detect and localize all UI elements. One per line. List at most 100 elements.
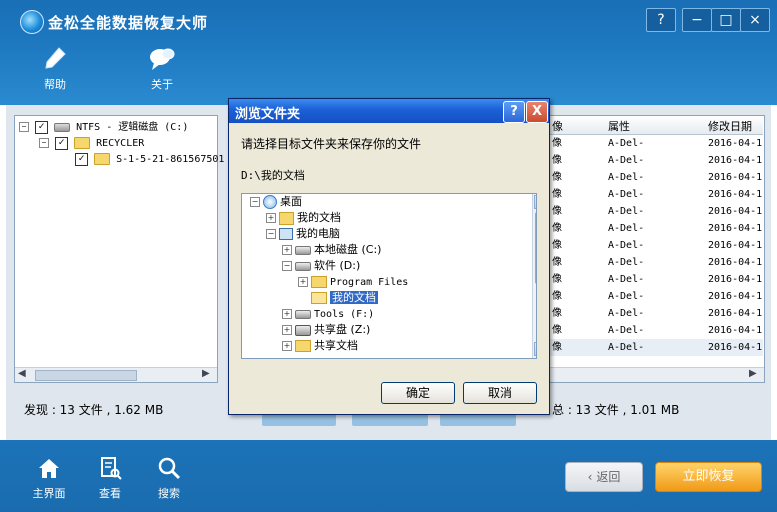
file-date-cell: 2016-04-1: [708, 223, 763, 234]
tree-item-drive-c[interactable]: − ✓ NTFS - 逻辑磁盘 (C:): [19, 120, 188, 136]
dialog-title-bar[interactable]: 浏览文件夹 ? X: [229, 99, 549, 123]
file-attribute-cell: A-Del-: [608, 206, 645, 217]
folder-tree-item[interactable]: − 桌面: [250, 194, 302, 210]
folder-tree-item[interactable]: + Program Files: [298, 274, 408, 290]
folder-tree-item[interactable]: − 我的电脑: [266, 226, 340, 242]
scroll-left-icon[interactable]: ◀: [18, 368, 26, 379]
file-date-cell: 2016-04-1: [708, 138, 763, 149]
file-date-cell: 2016-04-1: [708, 342, 763, 353]
file-attribute-cell: A-Del-: [608, 138, 645, 149]
file-date-cell: 2016-04-1: [708, 240, 763, 251]
app-window: 金松全能数据恢复大师 ? − □ × 帮助 关于 − ✓ NTFS - 逻辑磁盘…: [0, 0, 777, 512]
collapse-icon[interactable]: −: [250, 197, 260, 207]
scroll-down-icon[interactable]: ▼: [534, 342, 536, 356]
collapse-icon[interactable]: −: [282, 261, 292, 271]
scroll-right-icon[interactable]: ▶: [202, 368, 210, 379]
file-row[interactable]: 像 A-Del- 2016-04-1: [548, 169, 763, 186]
folder-tree-item[interactable]: + 共享盘 (Z:): [282, 322, 370, 338]
home-icon: [39, 459, 59, 478]
chevron-left-icon: ‹: [587, 470, 593, 484]
file-row[interactable]: 像 A-Del- 2016-04-1: [548, 322, 763, 339]
folder-open-icon: [311, 292, 327, 304]
recover-now-button[interactable]: 立即恢复: [655, 462, 762, 492]
file-row[interactable]: 像 A-Del- 2016-04-1: [548, 339, 763, 356]
file-row[interactable]: 像 A-Del- 2016-04-1: [548, 203, 763, 220]
file-type-cell: 像: [552, 308, 562, 319]
tree-item-recycler[interactable]: − ✓ RECYCLER: [39, 136, 144, 152]
dialog-close-button[interactable]: X: [526, 101, 548, 123]
collapse-icon[interactable]: −: [266, 229, 276, 239]
file-row[interactable]: 像 A-Del- 2016-04-1: [548, 237, 763, 254]
right-horizontal-scrollbar[interactable]: ▶: [549, 367, 764, 382]
checkbox-checked-icon[interactable]: ✓: [75, 152, 88, 166]
folder-open-icon: [94, 153, 111, 165]
checkbox-checked-icon[interactable]: ✓: [35, 120, 49, 134]
file-date-cell: 2016-04-1: [708, 274, 763, 285]
file-row[interactable]: 像 A-Del- 2016-04-1: [548, 186, 763, 203]
network-drive-icon: [295, 324, 311, 336]
ok-button[interactable]: 确定: [381, 382, 455, 404]
folder-tree-item[interactable]: + 本地磁盘 (C:): [282, 242, 381, 258]
expand-icon[interactable]: +: [282, 309, 292, 319]
file-row[interactable]: 像 A-Del- 2016-04-1: [548, 254, 763, 271]
expand-icon[interactable]: +: [282, 245, 292, 255]
question-icon: ?: [657, 12, 665, 28]
folder-tree-item[interactable]: − 软件 (D:): [282, 258, 360, 274]
tree-item-sid-folder[interactable]: ✓ S-1-5-21-861567501: [75, 152, 224, 168]
question-icon: ?: [510, 104, 518, 119]
folder-tree-item[interactable]: 我的文档: [298, 290, 378, 306]
nav-search-button[interactable]: 搜索: [146, 455, 192, 501]
file-attribute-cell: A-Del-: [608, 189, 645, 200]
checkbox-checked-icon[interactable]: ✓: [55, 136, 69, 150]
cancel-button[interactable]: 取消: [463, 382, 537, 404]
collapse-icon[interactable]: −: [19, 122, 29, 132]
file-attribute-cell: A-Del-: [608, 155, 645, 166]
file-row[interactable]: 像 A-Del- 2016-04-1: [548, 152, 763, 169]
window-help-button[interactable]: ?: [646, 8, 676, 32]
window-minimize-button[interactable]: −: [682, 8, 712, 32]
dialog-help-button[interactable]: ?: [503, 101, 525, 123]
window-close-button[interactable]: ×: [740, 8, 770, 32]
scroll-up-icon[interactable]: ▲: [534, 195, 536, 209]
toolbar-about-button[interactable]: 关于: [132, 46, 192, 92]
expand-icon[interactable]: +: [298, 277, 308, 287]
file-row[interactable]: 像 A-Del- 2016-04-1: [548, 288, 763, 305]
desktop-icon: [263, 195, 277, 209]
file-row[interactable]: 像 A-Del- 2016-04-1: [548, 135, 763, 152]
column-type[interactable]: 像: [552, 118, 563, 134]
toolbar-about-label: 关于: [151, 78, 173, 91]
folder-tree-label: 我的电脑: [296, 227, 340, 240]
left-horizontal-scrollbar[interactable]: ◀ ▶: [15, 367, 217, 382]
expand-icon[interactable]: +: [282, 341, 292, 351]
window-maximize-button[interactable]: □: [711, 8, 741, 32]
nav-home-button[interactable]: 主界面: [26, 455, 72, 501]
expand-icon[interactable]: +: [266, 213, 276, 223]
toolbar-help-button[interactable]: 帮助: [25, 46, 85, 92]
column-modified-date[interactable]: 修改日期: [708, 118, 752, 134]
file-date-cell: 2016-04-1: [708, 257, 763, 268]
expand-icon[interactable]: +: [282, 325, 292, 335]
folder-tree-item[interactable]: + Tools (F:): [282, 306, 374, 322]
folder-tree-item[interactable]: + 我的文档: [266, 210, 341, 226]
collapse-icon[interactable]: −: [39, 138, 49, 148]
back-button[interactable]: ‹ 返回: [565, 462, 643, 492]
folder-tree-scrollbar[interactable]: ▲ ▼: [532, 194, 536, 358]
folder-tree-label: 我的文档: [297, 211, 341, 224]
file-type-cell: 像: [552, 274, 562, 285]
file-row[interactable]: 像 A-Del- 2016-04-1: [548, 220, 763, 237]
scrollbar-thumb[interactable]: [535, 212, 536, 284]
folder-tree-label: Program Files: [330, 277, 409, 288]
column-attribute[interactable]: 属性: [608, 118, 630, 134]
tree-label: NTFS - 逻辑磁盘 (C:): [76, 122, 189, 133]
scroll-right-icon[interactable]: ▶: [749, 368, 757, 379]
file-row[interactable]: 像 A-Del- 2016-04-1: [548, 271, 763, 288]
file-row[interactable]: 像 A-Del- 2016-04-1: [548, 305, 763, 322]
close-icon: X: [531, 104, 543, 119]
nav-view-button[interactable]: 查看: [87, 455, 133, 501]
file-type-cell: 像: [552, 240, 562, 251]
folder-tree[interactable]: − 桌面 + 我的文档 − 我的电脑 + 本地磁盘 (C:) − 软件 (D:) + Program …: [241, 193, 537, 359]
scrollbar-thumb[interactable]: [35, 370, 137, 381]
folder-tree-item[interactable]: + 共享文档: [282, 338, 358, 354]
nav-view-label: 查看: [99, 487, 121, 500]
file-attribute-cell: A-Del-: [608, 291, 645, 302]
